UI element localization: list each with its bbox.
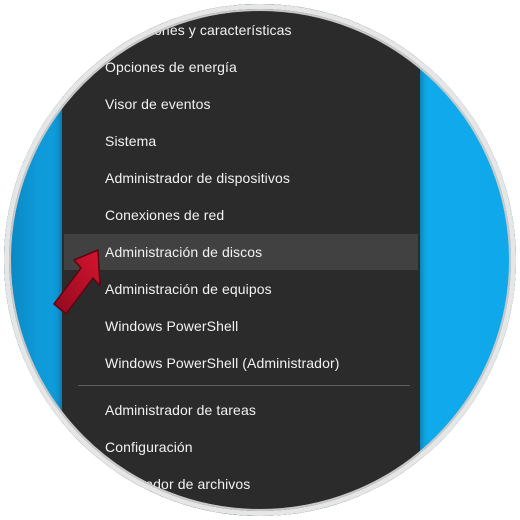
menu-item-powershell[interactable]: Windows PowerShell xyxy=(64,308,418,344)
menu-item-settings[interactable]: Configuración xyxy=(64,429,418,465)
menu-item-label: Administrador de dispositivos xyxy=(105,170,290,186)
menu-item-label: Explorador de archivos xyxy=(105,476,251,492)
menu-item-label: Sistema xyxy=(105,133,157,149)
menu-item-system[interactable]: Sistema xyxy=(64,123,418,159)
desktop-edge xyxy=(4,4,38,516)
menu-item-apps-features[interactable]: Aplicaciones y características xyxy=(64,12,418,48)
menu-item-task-manager[interactable]: Administrador de tareas xyxy=(64,392,418,428)
menu-item-power-options[interactable]: Opciones de energía xyxy=(64,49,418,85)
menu-item-powershell-admin[interactable]: Windows PowerShell (Administrador) xyxy=(64,345,418,381)
menu-item-event-viewer[interactable]: Visor de eventos xyxy=(64,86,418,122)
menu-item-label: Administrador de tareas xyxy=(105,402,256,418)
menu-item-label: Aplicaciones y características xyxy=(105,22,292,38)
menu-item-label: Administración de discos xyxy=(105,244,263,260)
menu-item-label: Visor de eventos xyxy=(105,96,211,112)
menu-separator xyxy=(78,385,410,386)
menu-item-label: Administración de equipos xyxy=(105,281,272,297)
menu-item-computer-management[interactable]: Administración de equipos xyxy=(64,271,418,307)
red-arrow-icon xyxy=(53,249,101,315)
menu-item-label: Configuración xyxy=(105,439,193,455)
menu-item-label: Windows PowerShell xyxy=(105,318,239,334)
menu-item-file-explorer[interactable]: Explorador de archivos xyxy=(64,466,418,502)
menu-item-device-manager[interactable]: Administrador de dispositivos xyxy=(64,160,418,196)
menu-item-label: Windows PowerShell (Administrador) xyxy=(105,355,340,371)
menu-item-label: Conexiones de red xyxy=(105,207,225,223)
menu-item-network-connections[interactable]: Conexiones de red xyxy=(64,197,418,233)
menu-item-disk-management[interactable]: Administración de discos xyxy=(64,234,418,270)
winx-context-menu: Aplicaciones y características Opciones … xyxy=(62,4,420,516)
menu-item-label: Opciones de energía xyxy=(105,59,237,75)
